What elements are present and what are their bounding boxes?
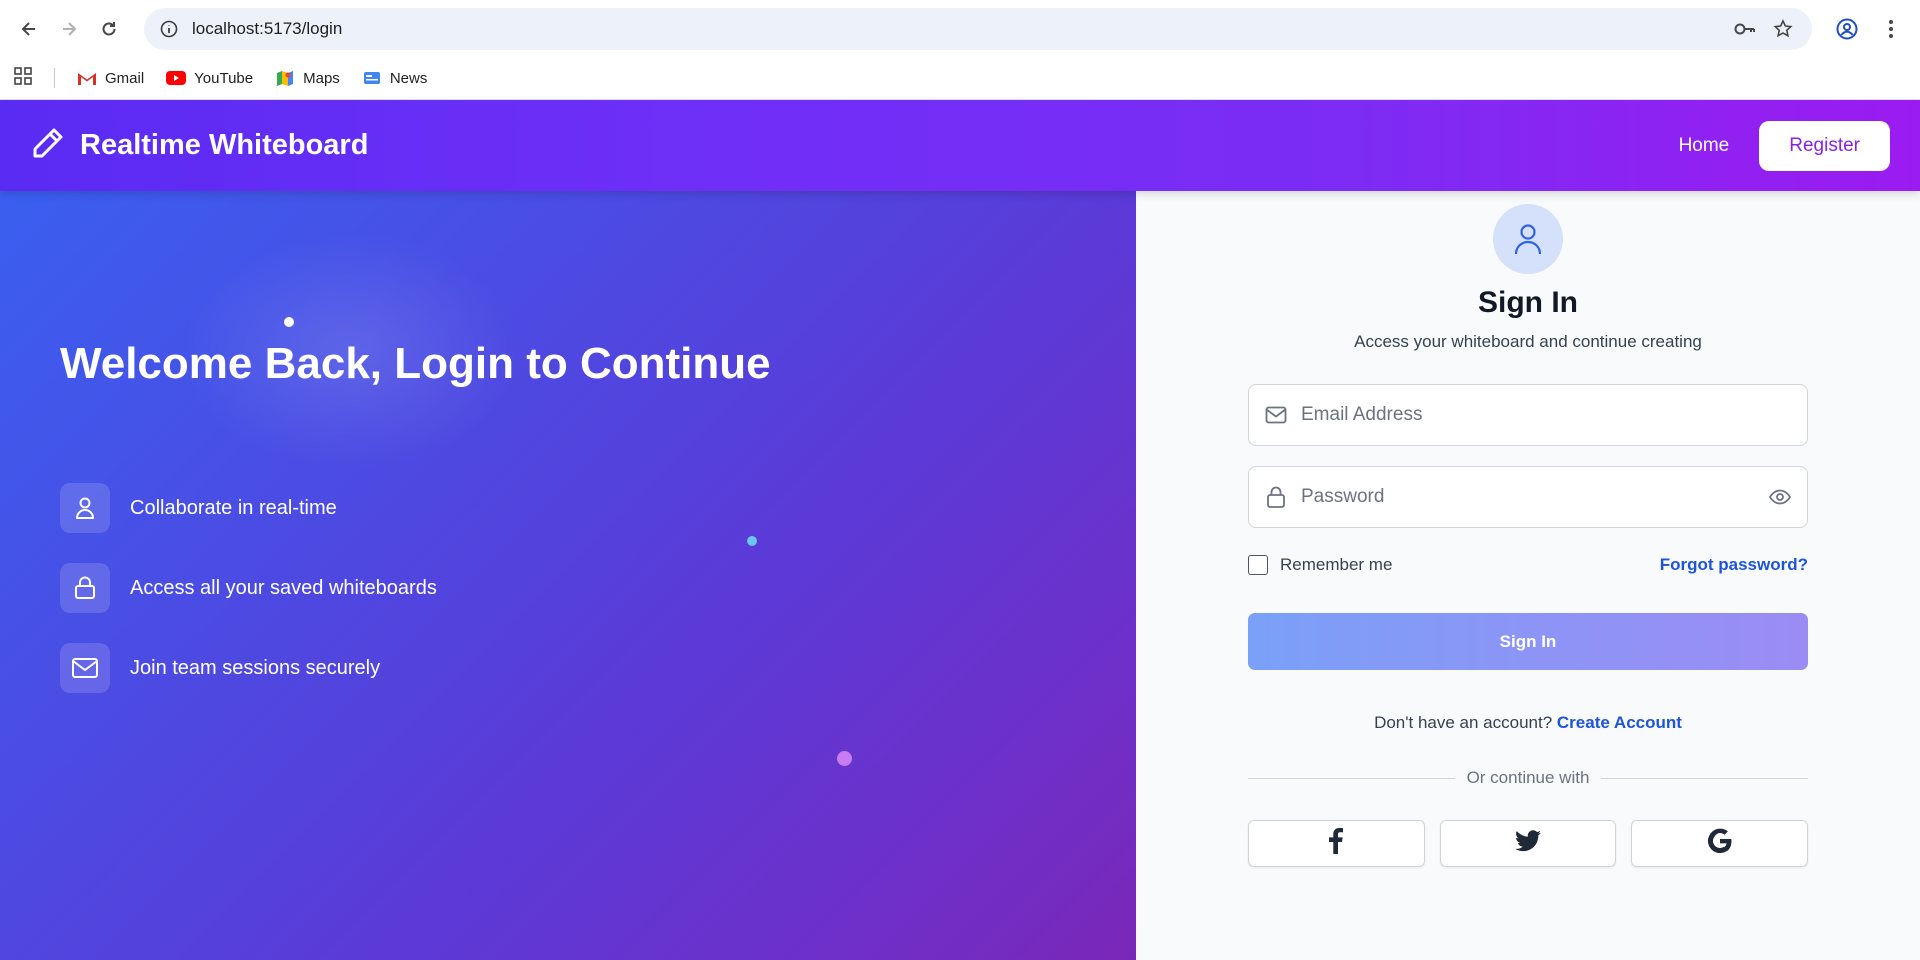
browser-toolbar: localhost:5173/login xyxy=(0,0,1920,57)
twitter-icon xyxy=(1515,830,1541,857)
bookmark-label: News xyxy=(389,69,428,87)
site-info-icon[interactable] xyxy=(158,18,180,40)
address-bar[interactable]: localhost:5173/login xyxy=(144,7,1812,50)
more-menu-icon[interactable] xyxy=(1876,14,1906,44)
bookmark-youtube[interactable]: YouTube xyxy=(166,70,253,87)
remember-label[interactable]: Remember me xyxy=(1280,555,1392,575)
reload-icon[interactable] xyxy=(94,14,124,44)
email-input[interactable] xyxy=(1301,404,1793,426)
bookmark-maps[interactable]: Maps xyxy=(275,70,340,87)
brand-title: Realtime Whiteboard xyxy=(80,129,369,161)
no-account-text: Don't have an account? xyxy=(1374,713,1553,732)
url-text[interactable]: localhost:5173/login xyxy=(192,19,1722,39)
feature-item: Collaborate in real-time xyxy=(60,483,437,533)
eye-icon[interactable] xyxy=(1767,484,1793,510)
decorative-dot xyxy=(747,536,757,546)
feature-text: Collaborate in real-time xyxy=(130,496,337,519)
feature-text: Access all your saved whiteboards xyxy=(130,576,437,599)
divider-line xyxy=(1601,777,1808,779)
google-login-button[interactable] xyxy=(1631,820,1809,867)
bookmark-gmail[interactable]: Gmail xyxy=(77,70,144,87)
forward-icon[interactable] xyxy=(54,14,84,44)
nav-home-link[interactable]: Home xyxy=(1679,135,1730,157)
feature-item: Join team sessions securely xyxy=(60,643,437,693)
user-icon xyxy=(60,483,110,533)
hero-panel: Welcome Back, Login to Continue Collabor… xyxy=(0,191,1136,960)
signin-panel: Sign In Access your whiteboard and conti… xyxy=(1136,191,1920,960)
pencil-icon xyxy=(30,125,66,166)
hero-title: Welcome Back, Login to Continue xyxy=(60,339,771,388)
decorative-dot xyxy=(284,317,294,327)
app-header: Realtime Whiteboard Home Register xyxy=(0,100,1920,191)
back-icon[interactable] xyxy=(14,14,44,44)
maps-icon xyxy=(275,70,295,86)
signin-title: Sign In xyxy=(1478,286,1578,319)
signin-button[interactable]: Sign In xyxy=(1248,613,1808,670)
decorative-dot xyxy=(837,751,852,766)
bookmark-label: Maps xyxy=(303,69,340,87)
divider: Or continue with xyxy=(1248,768,1808,788)
feature-text: Join team sessions securely xyxy=(130,656,381,679)
create-account-link[interactable]: Create Account xyxy=(1557,713,1682,732)
register-button[interactable]: Register xyxy=(1759,120,1890,171)
social-login-row xyxy=(1248,820,1809,867)
bookmarks-bar: Gmail YouTube Maps News xyxy=(0,57,1920,100)
youtube-icon xyxy=(166,70,187,86)
divider-line xyxy=(1248,777,1455,779)
mail-icon xyxy=(1263,402,1289,428)
remember-checkbox[interactable] xyxy=(1248,555,1268,575)
bookmark-label: YouTube xyxy=(194,69,254,87)
lock-icon xyxy=(60,563,110,613)
apps-grid-icon[interactable] xyxy=(14,67,32,89)
bookmark-news[interactable]: News xyxy=(362,69,428,87)
email-field[interactable] xyxy=(1248,384,1808,446)
divider-text: Or continue with xyxy=(1466,768,1590,787)
brand[interactable]: Realtime Whiteboard xyxy=(30,125,368,166)
bookmarks-separator xyxy=(54,68,55,88)
bookmark-star-icon[interactable] xyxy=(1768,14,1798,44)
gmail-icon xyxy=(77,70,97,86)
no-account-row: Don't have an account? Create Account xyxy=(1136,713,1920,733)
news-icon xyxy=(362,70,382,86)
password-field[interactable] xyxy=(1248,466,1808,528)
password-key-icon[interactable] xyxy=(1730,14,1760,44)
lock-icon xyxy=(1263,484,1289,510)
profile-icon[interactable] xyxy=(1832,14,1862,44)
facebook-icon xyxy=(1329,828,1344,859)
twitter-login-button[interactable] xyxy=(1439,820,1617,867)
feature-list: Collaborate in real-time Access all your… xyxy=(60,483,437,693)
bookmark-label: Gmail xyxy=(105,69,145,87)
feature-item: Access all your saved whiteboards xyxy=(60,563,437,613)
user-avatar-icon xyxy=(1493,204,1563,274)
forgot-password-link[interactable]: Forgot password? xyxy=(1660,555,1808,575)
facebook-login-button[interactable] xyxy=(1248,820,1425,867)
password-input[interactable] xyxy=(1301,486,1767,508)
signin-subtitle: Access your whiteboard and continue crea… xyxy=(1354,332,1702,351)
mail-icon xyxy=(60,643,110,693)
google-icon xyxy=(1707,828,1733,859)
